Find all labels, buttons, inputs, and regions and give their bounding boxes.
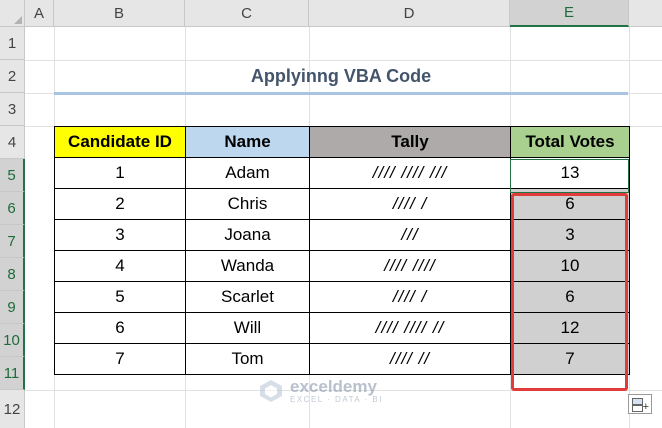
- watermark-tagline: EXCEL · DATA · BI: [290, 395, 383, 404]
- header-name[interactable]: Name: [185, 126, 310, 158]
- table-row: 5 Scarlet //// / 6: [54, 281, 630, 313]
- cell-name[interactable]: Joana: [185, 219, 310, 251]
- cell-tally[interactable]: //// //: [309, 343, 511, 375]
- row-header-5[interactable]: 5: [0, 159, 25, 192]
- cell-total-votes[interactable]: 12: [510, 312, 630, 344]
- column-header-d[interactable]: D: [309, 0, 510, 27]
- title-underline: [54, 92, 628, 95]
- cell-total-votes[interactable]: 7: [510, 343, 630, 375]
- cell-candidate-id[interactable]: 4: [54, 250, 186, 282]
- cell-tally[interactable]: //// ////: [309, 250, 511, 282]
- header-tally[interactable]: Tally: [309, 126, 511, 158]
- row-header-2[interactable]: 2: [0, 60, 25, 93]
- cell-total-votes[interactable]: 6: [510, 281, 630, 313]
- cell-candidate-id[interactable]: 2: [54, 188, 186, 220]
- row-header-1[interactable]: 1: [0, 27, 25, 60]
- cell-name[interactable]: Tom: [185, 343, 310, 375]
- cell-name[interactable]: Will: [185, 312, 310, 344]
- cell-candidate-id[interactable]: 7: [54, 343, 186, 375]
- row-header-10[interactable]: 10: [0, 324, 25, 357]
- header-candidate-id[interactable]: Candidate ID: [54, 126, 186, 158]
- cell-name[interactable]: Wanda: [185, 250, 310, 282]
- cell-candidate-id[interactable]: 3: [54, 219, 186, 251]
- row-header-8[interactable]: 8: [0, 258, 25, 291]
- table-row: 6 Will //// //// // 12: [54, 312, 630, 344]
- cell-total-votes[interactable]: 10: [510, 250, 630, 282]
- row-header-12[interactable]: 12: [0, 390, 25, 428]
- cell-total-votes[interactable]: 3: [510, 219, 630, 251]
- table-row: 3 Joana /// 3: [54, 219, 630, 251]
- cell-total-votes[interactable]: 13: [510, 157, 630, 189]
- exceldemy-watermark: exceldemy EXCEL · DATA · BI: [258, 378, 383, 404]
- select-all-corner[interactable]: [0, 0, 25, 27]
- quick-analysis-icon[interactable]: +: [628, 394, 652, 414]
- cell-total-votes[interactable]: 6: [510, 188, 630, 220]
- watermark-name: exceldemy: [290, 377, 377, 396]
- row-header-7[interactable]: 7: [0, 225, 25, 258]
- row-header-3[interactable]: 3: [0, 93, 25, 126]
- cell-candidate-id[interactable]: 1: [54, 157, 186, 189]
- column-header-e[interactable]: E: [510, 0, 629, 27]
- quick-analysis-bottom-box: [632, 405, 643, 412]
- quick-analysis-top-box: [632, 398, 643, 405]
- row-header-9[interactable]: 9: [0, 291, 25, 324]
- cell-tally[interactable]: ///: [309, 219, 511, 251]
- column-header-c[interactable]: C: [185, 0, 309, 27]
- cell-tally[interactable]: //// /: [309, 188, 511, 220]
- column-header-b[interactable]: B: [54, 0, 185, 27]
- cell-name[interactable]: Scarlet: [185, 281, 310, 313]
- cell-tally[interactable]: //// //// //: [309, 312, 511, 344]
- column-header-f[interactable]: [629, 0, 662, 27]
- row-header-6[interactable]: 6: [0, 192, 25, 225]
- sheet-title[interactable]: Applyinng VBA Code: [54, 61, 628, 91]
- exceldemy-logo-icon: [260, 380, 282, 402]
- header-total-votes[interactable]: Total Votes: [510, 126, 630, 158]
- cell-name[interactable]: Chris: [185, 188, 310, 220]
- cell-tally[interactable]: //// //// ///: [309, 157, 511, 189]
- table-row: 2 Chris //// / 6: [54, 188, 630, 220]
- table-row: 7 Tom //// // 7: [54, 343, 630, 375]
- table-row: 1 Adam //// //// /// 13: [54, 157, 630, 189]
- row-header-11[interactable]: 11: [0, 357, 25, 390]
- table-header-row: Candidate ID Name Tally Total Votes: [54, 126, 630, 158]
- votes-table: Candidate ID Name Tally Total Votes 1 Ad…: [54, 126, 630, 375]
- cell-candidate-id[interactable]: 6: [54, 312, 186, 344]
- cell-name[interactable]: Adam: [185, 157, 310, 189]
- quick-analysis-plus: +: [642, 401, 649, 413]
- row-header-4[interactable]: 4: [0, 126, 25, 159]
- cell-tally[interactable]: //// /: [309, 281, 511, 313]
- table-row: 4 Wanda //// //// 10: [54, 250, 630, 282]
- column-header-a[interactable]: A: [25, 0, 54, 27]
- cell-candidate-id[interactable]: 5: [54, 281, 186, 313]
